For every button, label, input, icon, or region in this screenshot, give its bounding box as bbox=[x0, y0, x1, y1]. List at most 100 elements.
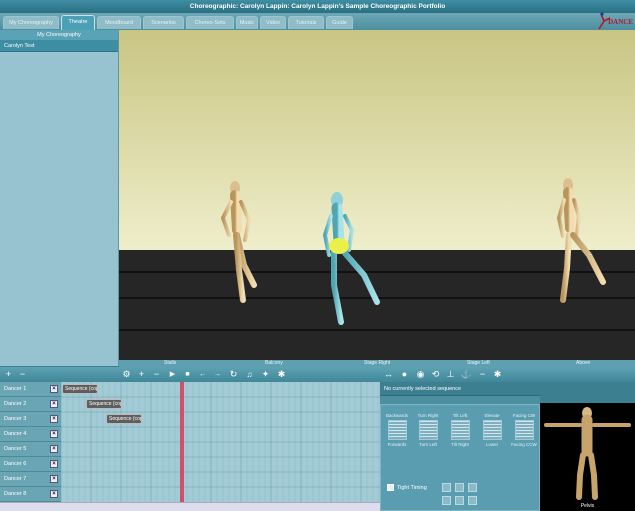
remove-dancer-icon[interactable]: × bbox=[50, 475, 58, 483]
dancer-row[interactable]: Dancer 1 × bbox=[0, 382, 61, 397]
arrow-center-icon[interactable] bbox=[455, 496, 464, 505]
stop-icon[interactable]: ■ bbox=[181, 368, 194, 381]
dancer-pose-icon[interactable]: ✱ bbox=[275, 368, 288, 381]
add-dancer-icon[interactable]: + bbox=[2, 368, 15, 381]
turn-control[interactable]: Turn Right Turn Left bbox=[414, 413, 442, 447]
sequence-block[interactable]: Sequence (cop bbox=[106, 414, 142, 424]
remove-dancer-icon[interactable]: × bbox=[50, 430, 58, 438]
sequence-properties-panel: No currently selected sequence Backwards… bbox=[380, 382, 540, 511]
step-back-icon[interactable]: ← bbox=[196, 368, 209, 381]
move-horizontal-icon[interactable]: ↔ bbox=[382, 368, 395, 381]
music-note-icon[interactable]: ♫ bbox=[243, 368, 256, 381]
selection-message: No currently selected sequence bbox=[380, 382, 540, 396]
arrow-right-icon[interactable] bbox=[468, 496, 477, 505]
remove-dancer-icon[interactable]: × bbox=[50, 415, 58, 423]
timeline-grid[interactable]: Sequence (cop Sequence (cop Sequence (co… bbox=[61, 382, 380, 502]
camera-stage-right[interactable]: Stage Right bbox=[364, 360, 390, 367]
main-tab-bar: My Choreography Theatre Moodboard Scenar… bbox=[0, 13, 635, 30]
playhead-marker[interactable] bbox=[180, 382, 184, 502]
dancer-row[interactable]: Dancer 5 × bbox=[0, 442, 61, 457]
pin-icon[interactable]: ✦ bbox=[259, 368, 272, 381]
remove-dancer-icon[interactable]: × bbox=[50, 385, 58, 393]
remove-dancer-icon[interactable]: × bbox=[50, 460, 58, 468]
arrow-left-icon[interactable] bbox=[442, 496, 451, 505]
slider-box[interactable] bbox=[482, 420, 502, 440]
elevate-control[interactable]: Elevate Lower bbox=[478, 413, 506, 447]
selected-pelvis-marker[interactable] bbox=[329, 238, 349, 254]
rotate-icon[interactable]: ⟲ bbox=[429, 368, 442, 381]
stage-3d-view[interactable] bbox=[119, 30, 635, 360]
control-label-bottom: Turn Left bbox=[419, 442, 437, 447]
dancer-row[interactable]: Dancer 2 × bbox=[0, 397, 61, 412]
timeline-toolbar: + − ⚙ + − ▶ ■ ← → ↻ ♫ ✦ ✱ bbox=[0, 367, 380, 382]
tab-my-choreography[interactable]: My Choreography bbox=[3, 16, 59, 29]
tab-theatre[interactable]: Theatre bbox=[61, 15, 95, 30]
pose-editor-view[interactable]: Pelvis bbox=[540, 403, 635, 511]
camera-stage-left[interactable]: Stage Left bbox=[467, 360, 490, 367]
play-icon[interactable]: ▶ bbox=[166, 368, 179, 381]
dancer-row[interactable]: Dancer 4 × bbox=[0, 427, 61, 442]
camera-balcony[interactable]: Balcony bbox=[265, 360, 283, 367]
slider-box[interactable] bbox=[450, 420, 470, 440]
control-label-bottom: Forwards bbox=[387, 442, 407, 447]
remove-dancer-icon[interactable]: − bbox=[16, 368, 29, 381]
backwards-forwards-control[interactable]: Backwards Forwards bbox=[383, 413, 411, 447]
remove-dancer-icon[interactable]: × bbox=[50, 490, 58, 498]
arrow-up-left-icon[interactable] bbox=[442, 483, 451, 492]
settings-gear-icon[interactable]: ⚙ bbox=[120, 368, 133, 381]
dancer-label: Dancer 8 bbox=[4, 491, 27, 497]
tilt-control[interactable]: Tilt Left Tilt Right bbox=[446, 413, 474, 447]
remove-icon[interactable]: − bbox=[476, 368, 489, 381]
sequence-block[interactable]: Sequence (cop bbox=[62, 384, 98, 394]
anchor-icon[interactable]: ⚓ bbox=[460, 368, 473, 381]
eye-icon[interactable]: ◉ bbox=[414, 368, 427, 381]
dancer-label: Dancer 1 bbox=[4, 386, 27, 392]
control-label-top: Backwards bbox=[385, 413, 408, 418]
tab-guide[interactable]: Guide bbox=[326, 16, 353, 29]
zoom-in-icon[interactable]: + bbox=[135, 368, 148, 381]
dancer-track-list: Dancer 1 × Dancer 2 × Dancer 3 × Dancer 4 × … bbox=[0, 382, 61, 502]
facing-control[interactable]: Facing CW Facing CCW bbox=[510, 413, 538, 447]
dancer-row[interactable]: Dancer 7 × bbox=[0, 472, 61, 487]
tab-video[interactable]: Video bbox=[260, 16, 286, 29]
tab-tutorials[interactable]: Tutorials bbox=[288, 16, 324, 29]
stage-scene[interactable] bbox=[119, 30, 635, 360]
arrow-up-right-icon[interactable] bbox=[468, 483, 477, 492]
control-label-top: Facing CW bbox=[512, 413, 536, 418]
logo-text: DANCE bbox=[608, 18, 633, 26]
timeline-horizontal-scrollbar[interactable] bbox=[0, 502, 380, 511]
tab-choreo-sets[interactable]: Choreo-Sets bbox=[186, 16, 234, 29]
dancer-label: Dancer 6 bbox=[4, 461, 27, 467]
control-label-top: Elevate bbox=[484, 413, 500, 418]
floor-align-icon[interactable]: ⊥ bbox=[444, 368, 457, 381]
dancer-label: Dancer 2 bbox=[4, 401, 27, 407]
slider-box[interactable] bbox=[387, 420, 407, 440]
dancer-label: Dancer 7 bbox=[4, 476, 27, 482]
control-label-bottom: Tilt Right bbox=[451, 442, 469, 447]
camera-stalls[interactable]: Stalls bbox=[164, 360, 176, 367]
person-icon[interactable]: ● bbox=[398, 368, 411, 381]
zoom-out-icon[interactable]: − bbox=[150, 368, 163, 381]
camera-above[interactable]: Above bbox=[576, 360, 590, 367]
pose-mannequin[interactable] bbox=[540, 403, 635, 503]
window-title: Choreographic: Carolyn Lappin: Carolyn L… bbox=[189, 3, 446, 10]
sequence-block[interactable]: Sequence (cop bbox=[86, 399, 122, 409]
remove-dancer-icon[interactable]: × bbox=[50, 445, 58, 453]
list-item[interactable]: Carolyn Test bbox=[0, 40, 118, 52]
tab-music[interactable]: Music bbox=[236, 16, 258, 29]
dancer-row[interactable]: Dancer 8 × bbox=[0, 487, 61, 502]
loop-icon[interactable]: ↻ bbox=[227, 368, 240, 381]
tight-timing-checkbox[interactable] bbox=[387, 484, 394, 491]
slider-box[interactable] bbox=[418, 420, 438, 440]
tab-moodboard[interactable]: Moodboard bbox=[97, 16, 141, 29]
remove-dancer-icon[interactable]: × bbox=[50, 400, 58, 408]
dancer-row[interactable]: Dancer 3 × bbox=[0, 412, 61, 427]
tab-scenarios[interactable]: Scenarios bbox=[143, 16, 184, 29]
dancer-pose-icon[interactable]: ✱ bbox=[491, 368, 504, 381]
slider-box[interactable] bbox=[514, 420, 534, 440]
dancer-row[interactable]: Dancer 6 × bbox=[0, 457, 61, 472]
tight-timing-option[interactable]: Tight Timing bbox=[387, 484, 427, 491]
arrow-up-icon[interactable] bbox=[455, 483, 464, 492]
choreography-list-panel: My Choreography Carolyn Test bbox=[0, 30, 119, 366]
step-forward-icon[interactable]: → bbox=[211, 368, 224, 381]
